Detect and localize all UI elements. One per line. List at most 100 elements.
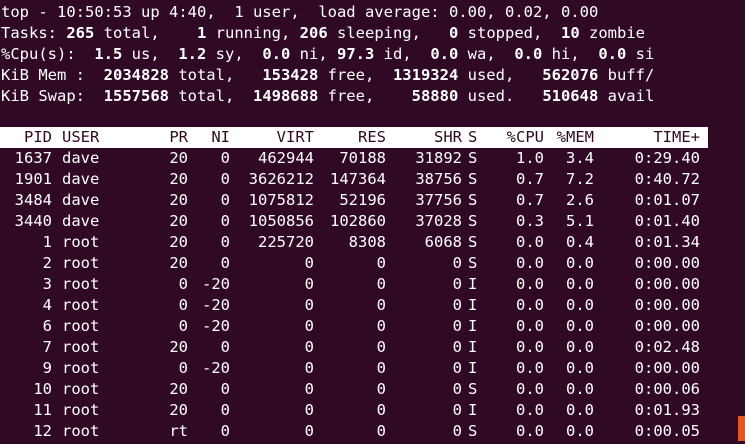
cell-cpu: 0.0 — [516, 254, 544, 272]
process-row[interactable]: 4 root 0 -20 0 0 0 I 0.0 0.0 0:00.00 — [0, 295, 708, 316]
process-row[interactable]: 1 root 20 0 225720 8308 6068 S 0.0 0.4 0:01.34 — [0, 232, 708, 253]
cell-shr: 37756 — [415, 191, 462, 209]
cell-pr: 20 — [169, 233, 188, 251]
cell-shr: 6068 — [424, 233, 462, 251]
process-row[interactable]: 3 root 0 -20 0 0 0 I 0.0 0.0 0:00.00 — [0, 274, 708, 295]
cell-ni: -20 — [202, 359, 230, 377]
cell-user: root — [62, 380, 100, 398]
cell-user: root — [62, 296, 100, 314]
cell-shr: 38756 — [415, 170, 462, 188]
cell-ni: 0 — [220, 380, 230, 398]
cell-res: 0 — [376, 380, 386, 398]
cell-pr: 20 — [169, 191, 188, 209]
process-row[interactable]: 11 root 20 0 0 0 0 I 0.0 0.0 0:01.93 — [0, 400, 708, 421]
process-row[interactable]: 1637 dave 20 0 462944 70188 31892 S 1.0 3.4 0:29.4… — [0, 148, 708, 169]
column-header-ni[interactable]: NI — [196, 127, 230, 148]
cell-ni: 0 — [220, 254, 230, 272]
cell-time: 0:29.40 — [634, 149, 700, 167]
cell-ni: 0 — [220, 338, 230, 356]
process-row[interactable]: 3484 dave 20 0 1075812 52196 37756 S 0.7 2.6 0:01.… — [0, 190, 708, 211]
cell-cpu: 0.0 — [516, 380, 544, 398]
cell-time: 0:00.00 — [634, 254, 700, 272]
column-header-mem[interactable]: %MEM — [548, 127, 594, 148]
cell-res: 52196 — [339, 191, 386, 209]
cell-res: 70188 — [339, 149, 386, 167]
cell-pid: 3 — [42, 275, 52, 293]
clock-time: 10:50:53 — [57, 3, 132, 21]
cell-virt: 0 — [304, 275, 314, 293]
process-row[interactable]: 3440 dave 20 0 1050856 102860 37028 S 0.3 5.1 0:01… — [0, 211, 708, 232]
summary-cpu-line: %Cpu(s): 1.5 us, 1.2 sy, 0.0 ni, 97.3 id… — [1, 45, 655, 63]
cell-shr: 0 — [452, 317, 462, 335]
load-average-values: 0.00, 0.02, 0.00 — [448, 3, 599, 21]
process-table-header: PID USER PR NI VIRT RES SHR S %CPU %MEM … — [0, 127, 708, 148]
cell-pid: 1637 — [14, 149, 52, 167]
process-row[interactable]: 9 root 0 -20 0 0 0 I 0.0 0.0 0:00.00 — [0, 358, 708, 379]
cell-time: 0:00.00 — [634, 296, 700, 314]
column-header-pr[interactable]: PR — [150, 127, 188, 148]
column-header-user[interactable]: USER — [62, 127, 132, 148]
process-row[interactable]: 12 root rt 0 0 0 0 S 0.0 0.0 0:00.05 — [0, 421, 708, 442]
cell-state: S — [468, 191, 478, 209]
column-header-pid[interactable]: PID — [8, 127, 52, 148]
cell-res: 147364 — [330, 170, 386, 188]
cell-virt: 1075812 — [248, 191, 314, 209]
cell-virt: 3626212 — [248, 170, 314, 188]
cell-shr: 0 — [452, 380, 462, 398]
cell-shr: 0 — [452, 359, 462, 377]
cell-pid: 4 — [42, 296, 52, 314]
column-header-time[interactable]: TIME+ — [604, 127, 700, 148]
cell-pid: 1901 — [14, 170, 52, 188]
column-header-shr[interactable]: SHR — [390, 127, 462, 148]
cell-user: root — [62, 233, 100, 251]
cell-pid: 12 — [33, 422, 52, 440]
cell-pid: 6 — [42, 317, 52, 335]
cell-time: 0:01.93 — [634, 401, 700, 419]
cell-pr: 20 — [169, 401, 188, 419]
cell-ni: 0 — [220, 233, 230, 251]
column-header-virt[interactable]: VIRT — [234, 127, 314, 148]
terminal-window[interactable]: top - 10:50:53 up 4:40, 1 user, load ave… — [0, 0, 745, 444]
cell-ni: -20 — [202, 296, 230, 314]
cell-virt: 0 — [304, 296, 314, 314]
cell-virt: 0 — [304, 359, 314, 377]
cell-res: 0 — [376, 359, 386, 377]
cell-state: I — [468, 359, 478, 377]
cell-pid: 10 — [33, 380, 52, 398]
cell-mem: 0.0 — [566, 401, 594, 419]
cell-cpu: 0.0 — [516, 233, 544, 251]
cell-virt: 0 — [304, 254, 314, 272]
process-row[interactable]: 1901 dave 20 0 3626212 147364 38756 S 0.7 7.2 0:40… — [0, 169, 708, 190]
column-header-res[interactable]: RES — [314, 127, 386, 148]
column-header-cpu[interactable]: %CPU — [492, 127, 544, 148]
column-header-state[interactable]: S — [468, 127, 482, 148]
cell-state: I — [468, 275, 478, 293]
cell-user: root — [62, 317, 100, 335]
cell-pid: 9 — [42, 359, 52, 377]
summary-swap-line: KiB Swap: 1557568 total, 1498688 free, 5… — [1, 87, 655, 105]
cell-time: 0:01.40 — [634, 212, 700, 230]
process-row[interactable]: 7 root 20 0 0 0 0 I 0.0 0.0 0:02.48 — [0, 337, 708, 358]
cell-time: 0:40.72 — [634, 170, 700, 188]
cell-shr: 0 — [452, 275, 462, 293]
cell-pr: 20 — [169, 380, 188, 398]
process-row[interactable]: 10 root 20 0 0 0 0 S 0.0 0.0 0:00.06 — [0, 379, 708, 400]
process-row[interactable]: 6 root 0 -20 0 0 0 I 0.0 0.0 0:00.00 — [0, 316, 708, 337]
cell-time: 0:00.06 — [634, 380, 700, 398]
cell-pr: 0 — [178, 296, 188, 314]
cell-pid: 1 — [42, 233, 52, 251]
cell-shr: 0 — [452, 254, 462, 272]
cell-user: dave — [62, 191, 100, 209]
terminal-cursor — [738, 416, 745, 441]
cell-virt: 1050856 — [248, 212, 314, 230]
cell-cpu: 0.0 — [516, 317, 544, 335]
cell-pr: 0 — [178, 359, 188, 377]
cell-virt: 0 — [304, 317, 314, 335]
cell-shr: 0 — [452, 422, 462, 440]
cell-user: dave — [62, 212, 100, 230]
cell-pr: rt — [169, 422, 188, 440]
process-row[interactable]: 2 root 20 0 0 0 0 S 0.0 0.0 0:00.00 — [0, 253, 708, 274]
cell-shr: 31892 — [415, 149, 462, 167]
cell-mem: 0.0 — [566, 254, 594, 272]
cell-shr: 0 — [452, 338, 462, 356]
